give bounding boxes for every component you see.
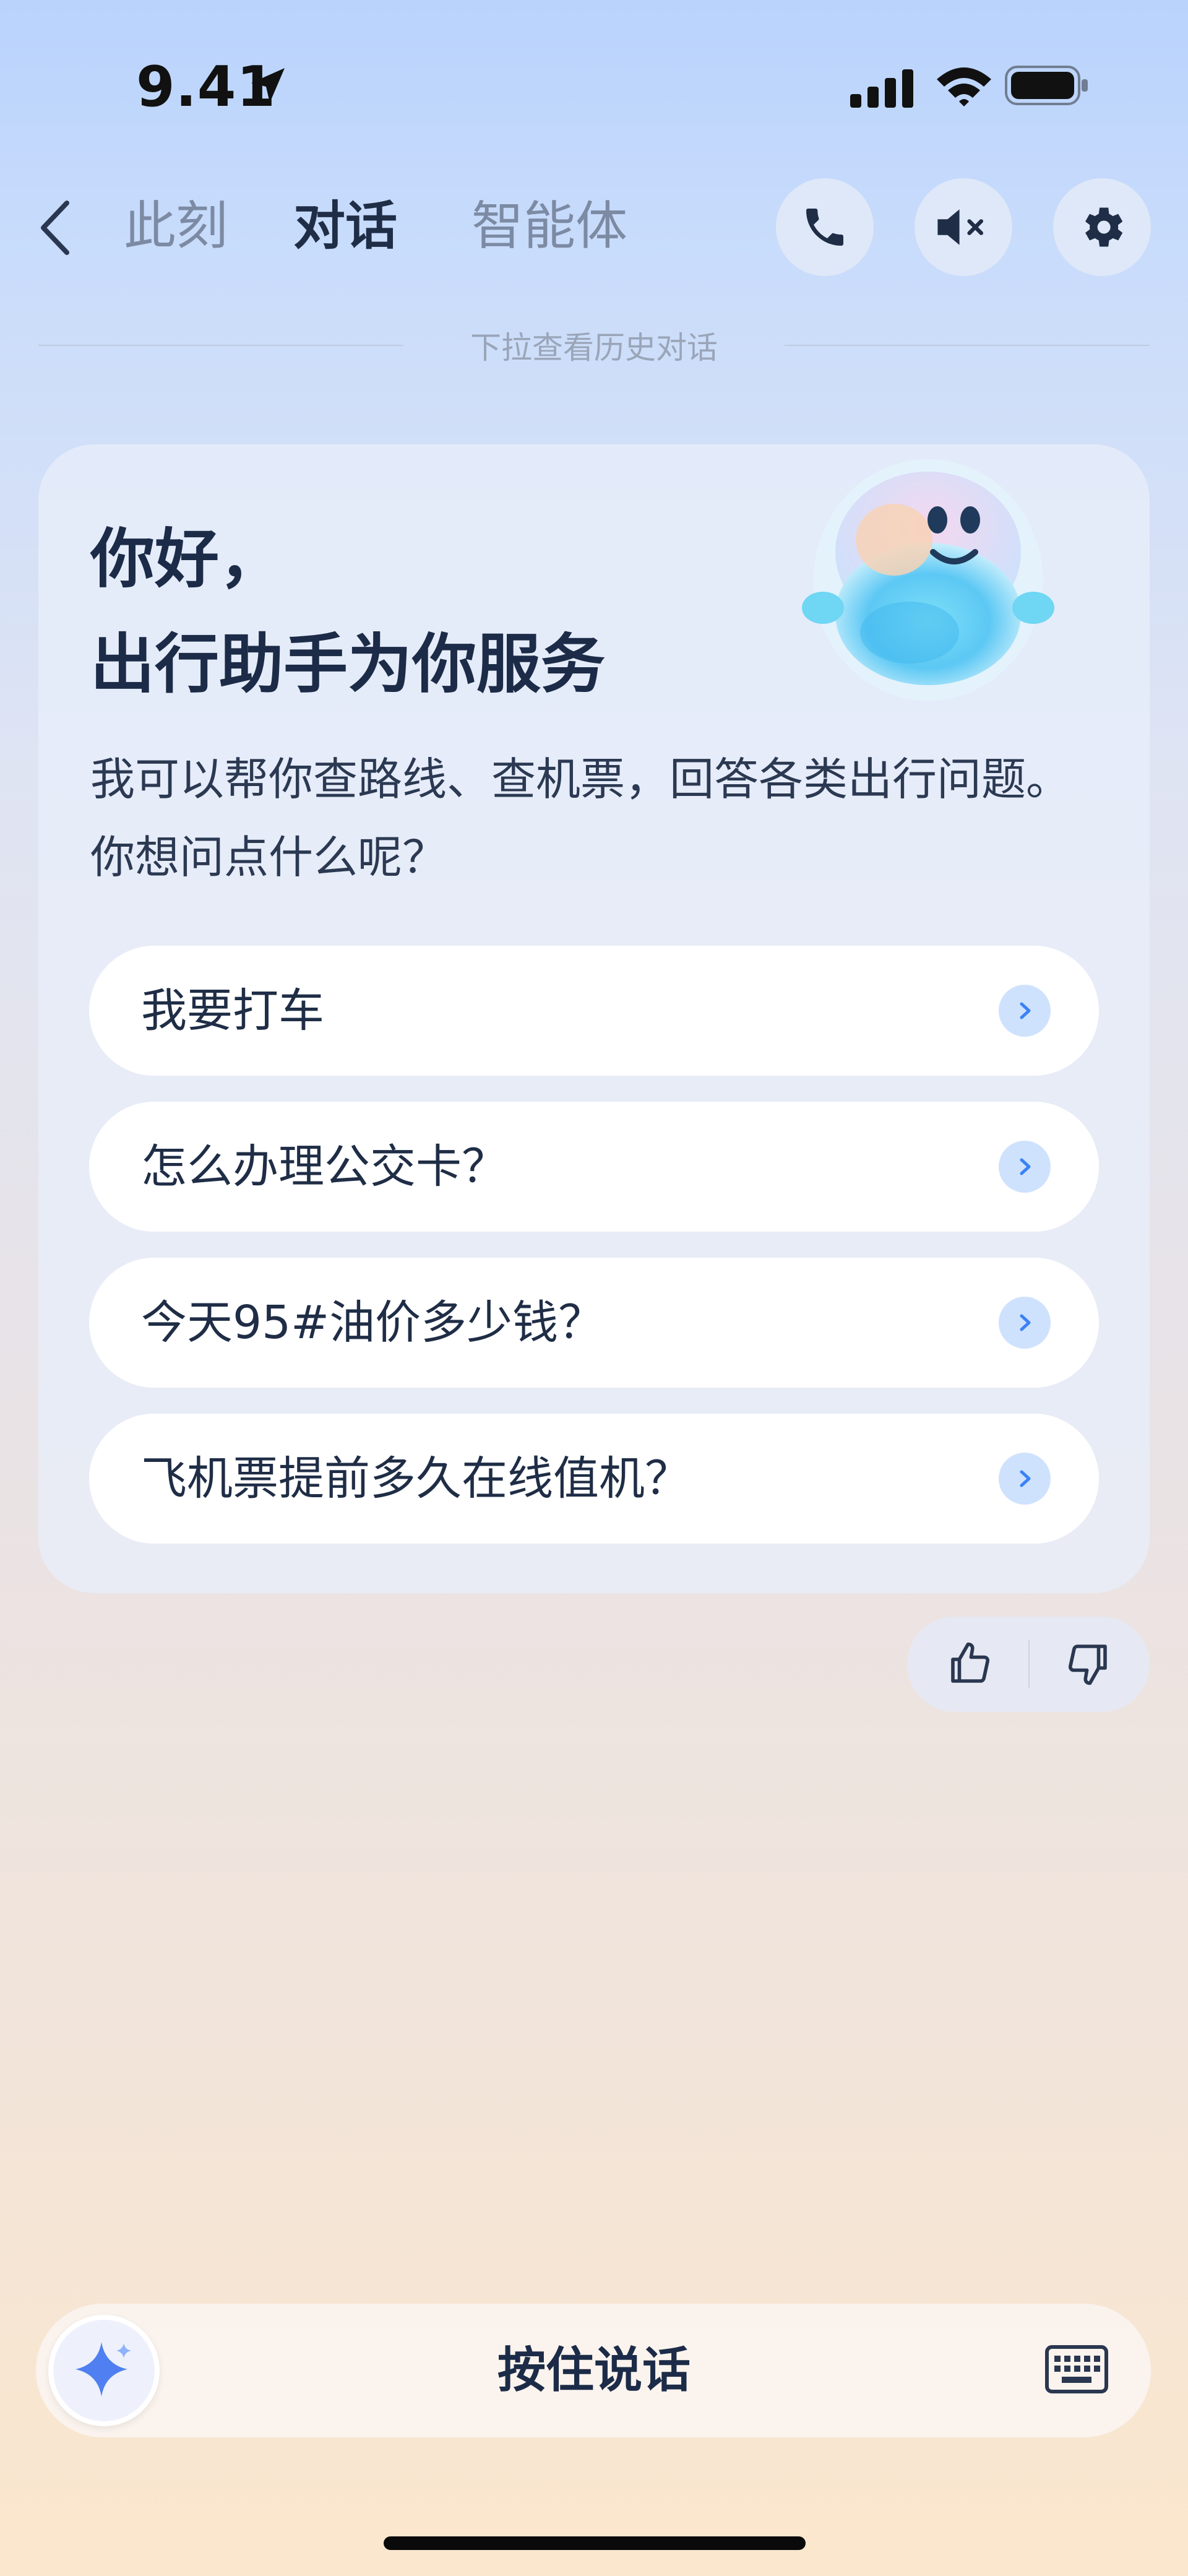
chevron-right-icon <box>999 1453 1051 1505</box>
suggestion-label: 我要打车 <box>141 984 324 1037</box>
suggestion-label: 今天95#油价多少钱？ <box>141 1296 605 1349</box>
greeting-subtitle: 出行助手为你服务 <box>90 626 606 702</box>
suggestion-label: 怎么办理公交卡？ <box>141 1140 507 1193</box>
divider-left <box>38 345 403 346</box>
suggestion-item[interactable]: 怎么办理公交卡？ <box>89 1102 1099 1232</box>
chevron-right-icon <box>999 1141 1051 1193</box>
divider-right <box>785 345 1150 346</box>
mute-button[interactable] <box>915 178 1012 276</box>
home-indicator[interactable] <box>384 2536 806 2550</box>
sparkle-icon <box>75 2342 131 2397</box>
gear-icon <box>1085 207 1123 247</box>
chevron-right-icon <box>999 985 1051 1037</box>
suggestion-item[interactable]: 我要打车 <box>89 946 1099 1076</box>
history-hint[interactable]: 下拉查看历史对话 <box>384 323 804 368</box>
settings-button[interactable] <box>1053 178 1151 276</box>
tab-agent[interactable]: 智能体 <box>471 192 627 260</box>
thumbs-down-icon[interactable] <box>1062 1638 1114 1690</box>
tab-chat[interactable]: 对话 <box>293 192 397 260</box>
suggestion-item[interactable]: 飞机票提前多久在线值机？ <box>89 1414 1099 1544</box>
phone-icon <box>806 209 843 246</box>
mascot-avatar <box>802 459 1054 701</box>
suggestion-label: 飞机票提前多久在线值机？ <box>141 1452 691 1505</box>
feedback-divider <box>1028 1640 1030 1688</box>
thumbs-up-icon[interactable] <box>944 1638 996 1690</box>
suggestion-item[interactable]: 今天95#油价多少钱？ <box>89 1258 1099 1388</box>
greeting-title: 你好， <box>90 521 284 597</box>
chevron-right-icon <box>999 1297 1051 1349</box>
speaker-muted-icon <box>937 209 983 245</box>
cellular-signal-icon <box>850 69 913 108</box>
keyboard-icon[interactable] <box>1044 2343 1109 2395</box>
tab-now[interactable]: 此刻 <box>124 192 228 260</box>
battery-icon <box>1005 66 1088 105</box>
location-arrow-icon <box>251 68 285 103</box>
phone-button[interactable] <box>776 178 874 276</box>
intro-text: 我可以帮你查路线、查机票，回答各类出行问题。你想问点什么呢？ <box>90 753 1071 883</box>
ai-assistant-button[interactable] <box>48 2315 160 2426</box>
chevron-left-icon <box>41 201 69 255</box>
back-button[interactable] <box>36 197 73 259</box>
hold-to-talk-button[interactable]: 按住说话 <box>408 2304 780 2437</box>
wifi-icon <box>937 67 991 106</box>
